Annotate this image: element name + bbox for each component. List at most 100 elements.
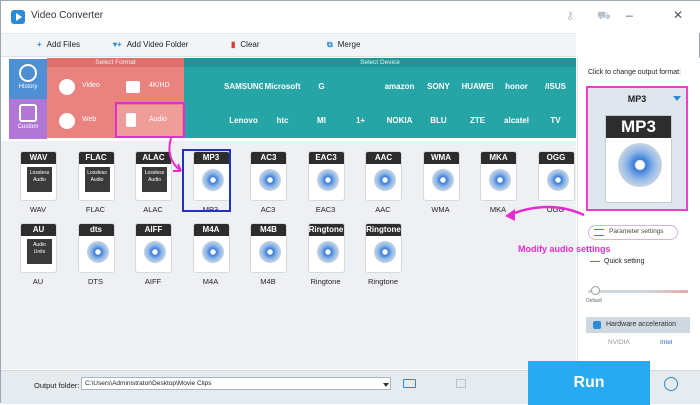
- audio-disc-icon: [618, 143, 662, 187]
- video-format-button[interactable]: Video: [49, 71, 115, 103]
- quality-slider-track[interactable]: [588, 290, 688, 293]
- format-tile-flac[interactable]: FLAC Lossless Audio FLAC: [73, 149, 119, 219]
- app-window: Video Converter ⚷ ⛟ _ ✕ + Add Files ▾+ Add…: [0, 0, 700, 405]
- format-card-caption: AC3: [251, 152, 286, 164]
- dropdown-arrow-icon[interactable]: [673, 96, 681, 101]
- change-output-label: Click to change output format:: [588, 69, 681, 76]
- format-card: Ringtone: [365, 223, 402, 273]
- add-files-button[interactable]: + Add Files: [37, 40, 80, 49]
- device-brand-1-3[interactable]: MI: [302, 104, 341, 137]
- device-brand-1-2[interactable]: htc: [263, 104, 302, 137]
- format-tile-wav[interactable]: WAV Lossless Audio WAV: [15, 149, 61, 219]
- format-name: MKA: [489, 205, 507, 214]
- play-icon: [59, 79, 75, 95]
- device-brand-0-4[interactable]: [341, 70, 380, 103]
- format-tile-m4b[interactable]: M4B M4B: [245, 221, 291, 291]
- parameter-settings-button[interactable]: Parameter settings: [588, 225, 678, 240]
- device-brand-0-7[interactable]: HUAWEI: [458, 70, 497, 103]
- format-tile-ringtone[interactable]: Ringtone Ringtone: [303, 221, 349, 291]
- format-badge: Lossless Audio: [84, 167, 110, 192]
- format-card: WAV Lossless Audio: [20, 151, 57, 201]
- audio-disc-icon: [546, 169, 569, 191]
- web-format-label: Web: [82, 116, 97, 123]
- device-brand-0-5[interactable]: amazon: [380, 70, 419, 103]
- device-brand-1-9[interactable]: TV: [536, 104, 575, 137]
- output-folder-input[interactable]: [81, 377, 391, 390]
- web-format-button[interactable]: Web: [49, 105, 115, 137]
- select-device-header: Select Device: [184, 58, 576, 67]
- custom-category[interactable]: Custom: [9, 99, 47, 139]
- format-card-caption: M4A: [193, 224, 229, 236]
- format-badge: Audio Units: [27, 239, 52, 264]
- format-tile-ac3[interactable]: AC3 AC3: [245, 149, 291, 219]
- audio-highlight-box: [115, 102, 185, 138]
- format-name: DTS: [88, 277, 103, 286]
- format-tile-m4a[interactable]: M4A M4A: [188, 221, 234, 291]
- device-brand-1-7[interactable]: ZTE: [458, 104, 497, 137]
- device-brand-0-2[interactable]: Microsoft: [263, 70, 302, 103]
- audio-disc-icon: [374, 241, 396, 263]
- device-brand-0-0[interactable]: [185, 70, 224, 103]
- format-tile-ogg[interactable]: OGG OGG: [533, 149, 579, 219]
- output-format-selector[interactable]: MP3 MP3: [586, 86, 688, 211]
- device-brand-0-9[interactable]: /ISUS: [536, 70, 575, 103]
- format-card: WMA: [422, 151, 460, 201]
- cart-icon[interactable]: ⛟: [597, 11, 611, 22]
- history-category[interactable]: History: [9, 59, 47, 99]
- format-card-caption: WMA: [423, 152, 459, 164]
- format-card: AIFF: [135, 223, 172, 273]
- format-tile-eac3[interactable]: EAC3 EAC3: [303, 149, 349, 219]
- audio-disc-icon: [316, 169, 339, 191]
- close-button[interactable]: ✕: [673, 9, 683, 21]
- merge-button[interactable]: ⧉ Merge: [327, 40, 360, 50]
- format-tile-aiff[interactable]: AIFF AIFF: [130, 221, 176, 291]
- format-tile-au[interactable]: AU Audio Units AU: [15, 221, 61, 291]
- device-brand-1-6[interactable]: BLU: [419, 104, 458, 137]
- run-button[interactable]: Run: [528, 361, 650, 405]
- selected-format-highlight: [182, 149, 231, 212]
- 4k-hd-format-button[interactable]: 4K/HD: [116, 71, 182, 103]
- minimize-button[interactable]: _: [626, 4, 633, 16]
- folder-icon[interactable]: [403, 379, 416, 388]
- format-card: AC3: [250, 151, 287, 201]
- device-brand-0-8[interactable]: honor: [497, 70, 536, 103]
- device-brand-1-5[interactable]: NOKIA: [380, 104, 419, 137]
- nvidia-label: NVIDIA: [608, 339, 630, 346]
- device-brand-1-1[interactable]: Lenovo: [224, 104, 263, 137]
- alarm-clock-icon[interactable]: [664, 377, 678, 391]
- audio-disc-icon: [201, 241, 224, 263]
- format-tile-wma[interactable]: WMA WMA: [418, 149, 464, 219]
- format-tile-aac[interactable]: AAC AAC: [360, 149, 406, 219]
- device-brand-1-4[interactable]: 1+: [341, 104, 380, 137]
- audio-disc-icon: [431, 169, 454, 191]
- device-brand-1-0[interactable]: [185, 104, 224, 137]
- hardware-acceleration-button[interactable]: Hardware acceleration: [586, 317, 690, 333]
- clock-icon: [19, 64, 37, 82]
- clear-button[interactable]: ▮ Clear: [231, 40, 260, 49]
- audio-disc-icon: [144, 241, 166, 263]
- hd-icon: [126, 81, 140, 93]
- add-video-folder-button[interactable]: ▾+ Add Video Folder: [113, 40, 188, 49]
- add-video-folder-label: Add Video Folder: [126, 40, 189, 49]
- globe-icon: [59, 113, 75, 129]
- device-brand-0-1[interactable]: SAMSUNG: [224, 70, 263, 103]
- merge-output-icon[interactable]: [456, 379, 466, 388]
- device-brand-0-6[interactable]: SONY: [419, 70, 458, 103]
- device-brand-0-3[interactable]: G: [302, 70, 341, 103]
- app-logo-icon: [11, 10, 25, 24]
- key-icon[interactable]: ⚷: [566, 11, 574, 22]
- dropdown-plus-icon: ▾+: [113, 40, 122, 49]
- quality-slider-handle[interactable]: [590, 286, 600, 295]
- video-format-label: Video: [82, 82, 100, 89]
- chevron-down-icon[interactable]: [383, 383, 389, 387]
- device-brand-1-8[interactable]: alcatel: [497, 104, 536, 137]
- format-tile-mka[interactable]: MKA MKA: [475, 149, 521, 219]
- toolbar: + Add Files ▾+ Add Video Folder ▮ Clear ⧉ Me…: [1, 33, 576, 57]
- format-tile-ringtone[interactable]: Ringtone Ringtone: [360, 221, 406, 291]
- window-title: Video Converter: [31, 10, 104, 21]
- format-tile-dts[interactable]: dts DTS: [73, 221, 119, 291]
- plus-icon: +: [37, 40, 42, 49]
- format-tile-alac[interactable]: ALAC Lossless Audio ALAC: [130, 149, 176, 219]
- format-card: M4A: [192, 223, 230, 273]
- merge-icon: ⧉: [327, 40, 333, 49]
